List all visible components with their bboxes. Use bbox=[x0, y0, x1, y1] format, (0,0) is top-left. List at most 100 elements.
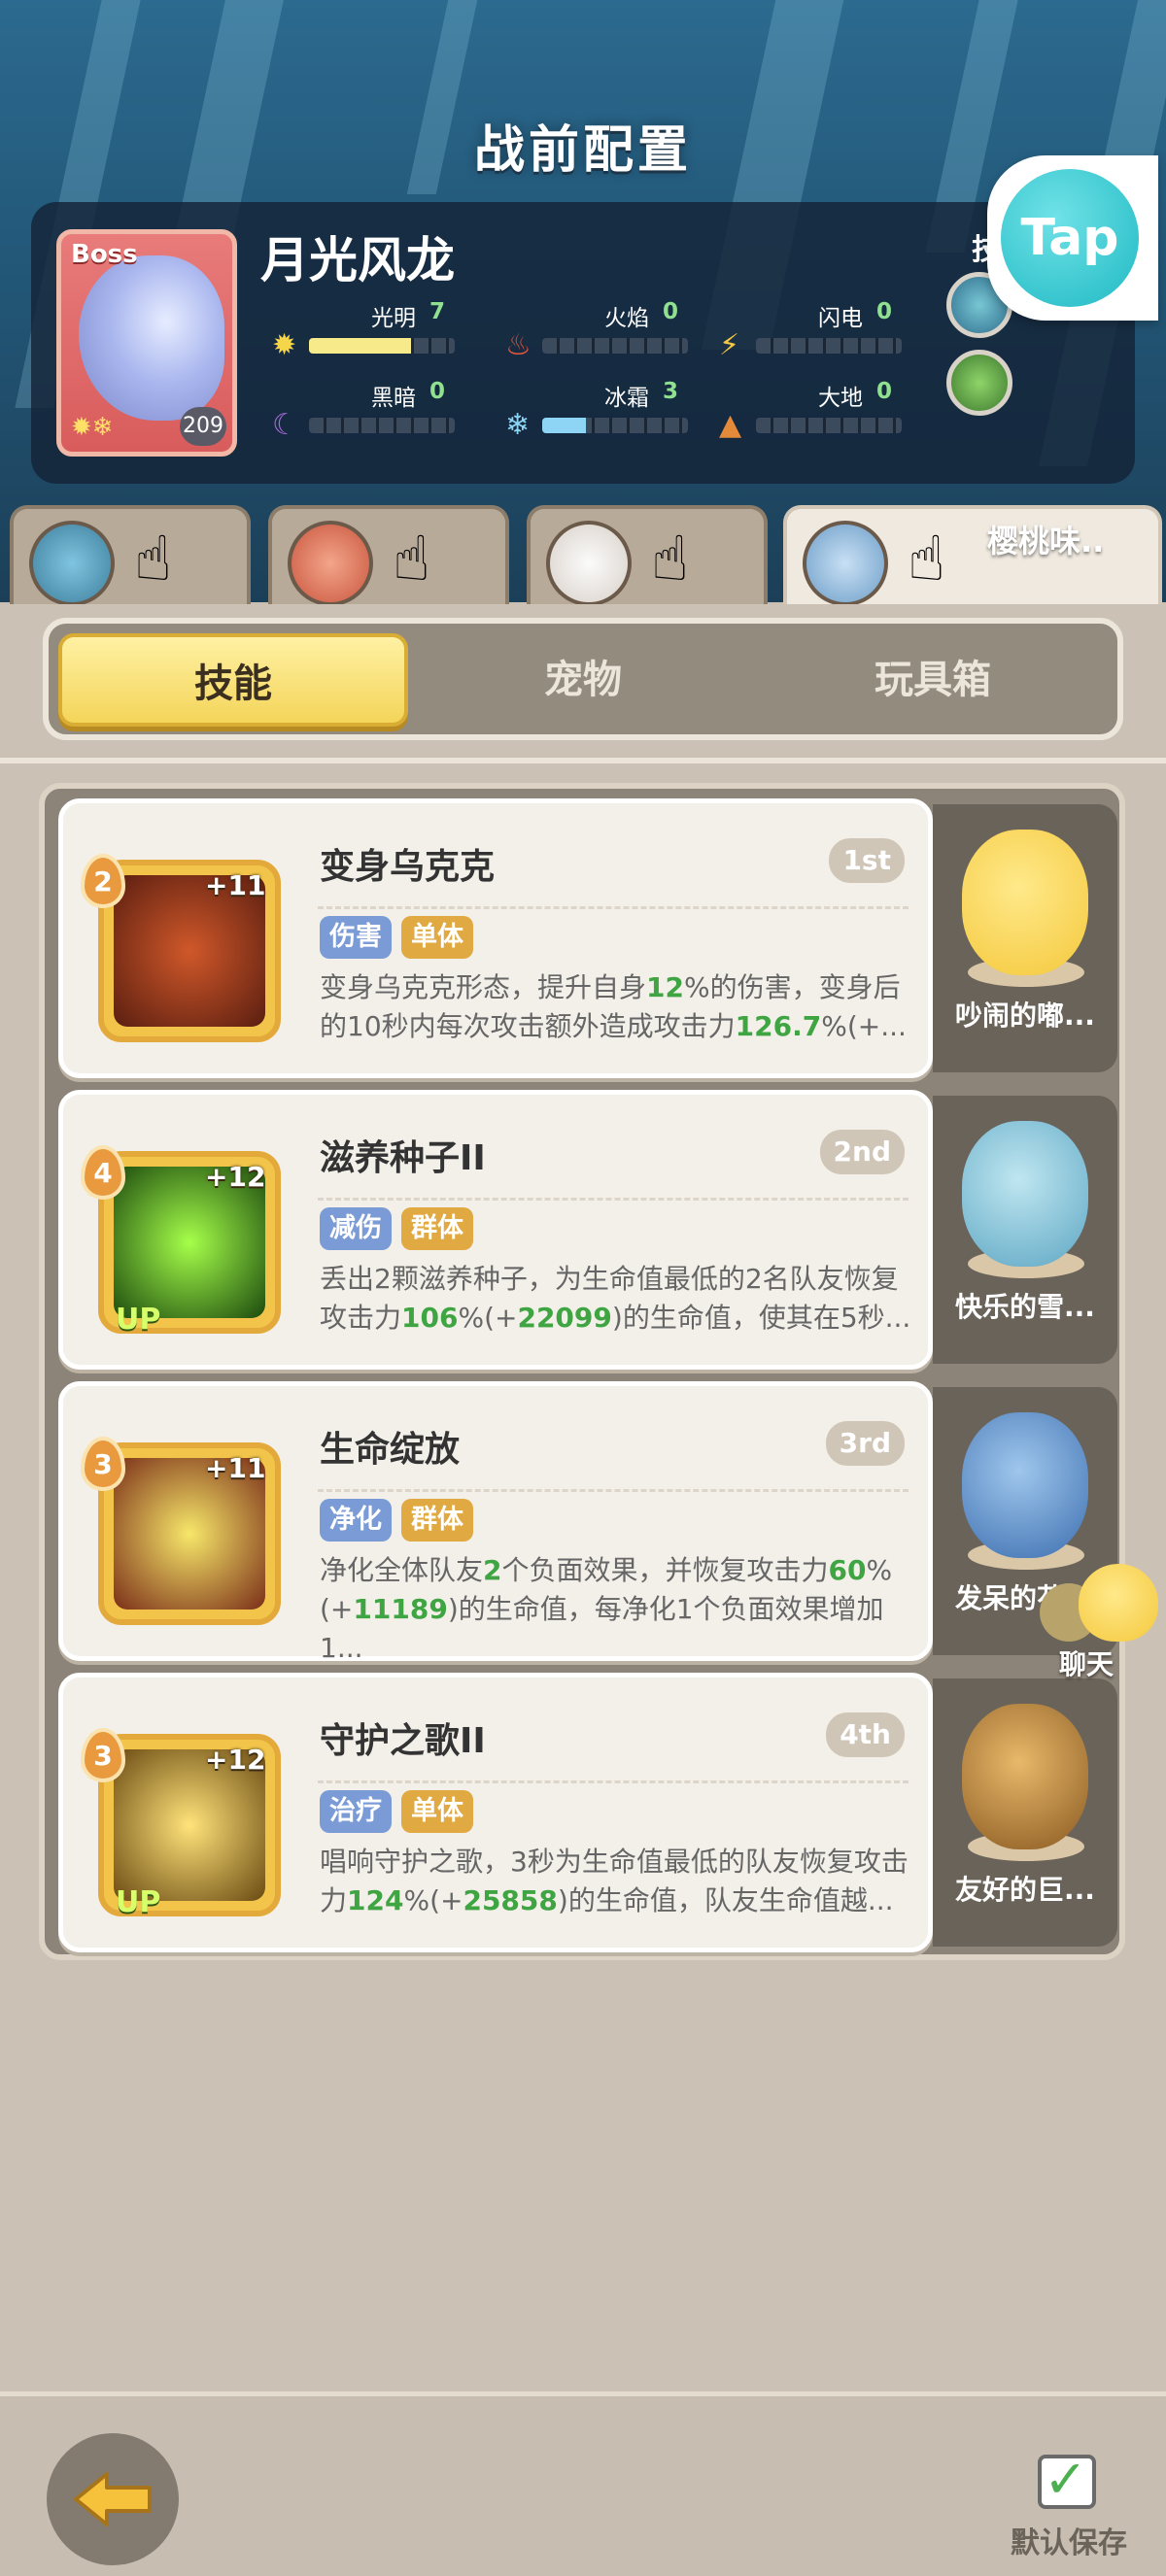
sun-icon: ✹ bbox=[272, 328, 297, 362]
skill-tag: 群体 bbox=[401, 1499, 473, 1542]
fire-icon: ♨ bbox=[505, 328, 532, 362]
element-label: 火焰 bbox=[604, 306, 649, 331]
tab-pets[interactable]: 宠物 bbox=[408, 633, 758, 727]
skill-tag: 治疗 bbox=[320, 1790, 392, 1833]
moon-dragon-image bbox=[79, 255, 224, 421]
element-value: 0 bbox=[875, 299, 892, 324]
pet-card[interactable]: 友好的巨... bbox=[933, 1678, 1117, 1947]
pet-image bbox=[962, 1412, 1088, 1558]
skill-tag: 单体 bbox=[401, 1790, 473, 1833]
team-slot-active[interactable]: ☝ 樱桃味.. bbox=[783, 505, 1162, 610]
hero-avatar bbox=[29, 521, 115, 606]
back-button[interactable] bbox=[47, 2433, 179, 2565]
boss-name: 月光风龙 bbox=[260, 232, 455, 288]
element-label: 黑暗 bbox=[371, 386, 416, 411]
divider bbox=[318, 1489, 909, 1492]
pet-card[interactable]: 吵闹的嘟... bbox=[933, 804, 1117, 1072]
element-light: 光明 7 ✹ bbox=[272, 299, 474, 362]
hero-avatar bbox=[288, 521, 373, 606]
team-slot[interactable]: ☝ bbox=[10, 505, 251, 610]
skill-row[interactable]: 2 +11 变身乌克克 1st 伤害 单体 变身乌克克形态，提升自身12%的伤害… bbox=[58, 798, 1117, 1078]
bottom-bar: ✓ 默认保存 bbox=[0, 2391, 1166, 2576]
chat-label: 聊天 bbox=[1059, 1648, 1115, 1680]
element-fire: 火焰 0 ♨ bbox=[505, 299, 707, 362]
skill-row[interactable]: 4 +12 UP 滋养种子II 2nd 减伤 群体 丢出2颗滋养种子，为生命值最… bbox=[58, 1090, 1117, 1370]
skill-card[interactable]: 3 +11 生命绽放 3rd 净化 群体 净化全体队友2个负面效果，并恢复攻击力… bbox=[58, 1381, 933, 1664]
skill-description: 净化全体队友2个负面效果，并恢复攻击力60%(+11189)的生命值，每净化1个… bbox=[320, 1554, 893, 1664]
element-frost: 冰霜 3 ❄ bbox=[505, 379, 707, 442]
skill-plus-badge: +11 bbox=[205, 1452, 266, 1484]
pet-name: 快乐的雪... bbox=[955, 1291, 1095, 1323]
team-slot[interactable]: ☝ bbox=[268, 505, 509, 610]
pet-card[interactable]: 快乐的雪... bbox=[933, 1096, 1117, 1364]
element-value: 0 bbox=[662, 299, 678, 324]
chat-button[interactable]: 聊天 bbox=[1040, 1564, 1166, 1680]
skill-rank: 1st bbox=[829, 838, 905, 883]
earth-icon: ▲ bbox=[719, 408, 742, 442]
skill-rank: 3rd bbox=[825, 1421, 905, 1466]
skill-card[interactable]: 2 +11 变身乌克克 1st 伤害 单体 变身乌克克形态，提升自身12%的伤害… bbox=[58, 798, 933, 1078]
divider bbox=[318, 906, 909, 909]
skill-list: 2 +11 变身乌克克 1st 伤害 单体 变身乌克克形态，提升自身12%的伤害… bbox=[39, 783, 1125, 1960]
back-arrow-icon bbox=[74, 2472, 152, 2526]
default-save-label: 默认保存 bbox=[1011, 2526, 1127, 2560]
skill-name: 守护之歌II bbox=[320, 1721, 486, 1761]
pet-image bbox=[962, 1704, 1088, 1849]
skill-name: 生命绽放 bbox=[320, 1430, 461, 1470]
element-dark: 黑暗 0 ☾ bbox=[272, 379, 474, 442]
page-title: 战前配置 bbox=[473, 121, 692, 180]
element-earth: 大地 0 ▲ bbox=[719, 379, 921, 442]
skill-up-badge: UP bbox=[116, 1303, 161, 1337]
hero-name: 樱桃味.. bbox=[987, 523, 1105, 559]
element-value: 3 bbox=[662, 379, 678, 404]
skill-card[interactable]: 3 +12 UP 守护之歌II 4th 治疗 单体 唱响守护之歌，3秒为生命值最… bbox=[58, 1673, 933, 1952]
skill-tag: 减伤 bbox=[320, 1207, 392, 1250]
hand-pointer-icon: ☝ bbox=[908, 524, 945, 595]
boss-portrait[interactable]: Boss ✹❄ 209 bbox=[56, 229, 237, 457]
skill-description: 唱响守护之歌，3秒为生命值最低的队友恢复攻击力124%(+25858)的生命值，… bbox=[320, 1846, 909, 1916]
hero-avatar bbox=[803, 521, 888, 606]
element-value: 0 bbox=[875, 379, 892, 404]
divider bbox=[318, 1780, 909, 1783]
skill-tag: 单体 bbox=[401, 916, 473, 959]
chat-face-icon bbox=[1079, 1564, 1158, 1642]
checkmark-icon: ✓ bbox=[1044, 2449, 1088, 2510]
skill-description: 丢出2颗滋养种子，为生命值最低的2名队友恢复攻击力106%(+22099)的生命… bbox=[320, 1263, 911, 1334]
skill-tag: 伤害 bbox=[320, 916, 392, 959]
hand-pointer-icon: ☝ bbox=[393, 524, 430, 595]
boss-element-icons: ✹❄ bbox=[71, 413, 114, 442]
skill-plus-badge: +11 bbox=[205, 869, 266, 901]
element-label: 光明 bbox=[371, 306, 416, 331]
skill-row[interactable]: 3 +12 UP 守护之歌II 4th 治疗 单体 唱响守护之歌，3秒为生命值最… bbox=[58, 1673, 1117, 1952]
divider bbox=[0, 758, 1166, 763]
boss-tag: Boss bbox=[71, 240, 138, 269]
tap-button[interactable]: Tap bbox=[987, 155, 1158, 321]
divider bbox=[318, 1198, 909, 1201]
pet-image bbox=[962, 830, 1088, 975]
tab-skills[interactable]: 技能 bbox=[58, 633, 408, 727]
element-lightning: 闪电 0 ⚡ bbox=[719, 299, 921, 362]
moon-icon: ☾ bbox=[272, 408, 298, 442]
pet-name: 吵闹的嘟... bbox=[955, 1000, 1095, 1032]
skill-plus-badge: +12 bbox=[205, 1161, 266, 1193]
skill-rank: 2nd bbox=[819, 1130, 905, 1174]
element-label: 大地 bbox=[818, 386, 863, 411]
element-bar bbox=[309, 338, 411, 354]
tab-bar: 技能 宠物 玩具箱 bbox=[43, 618, 1123, 740]
boss-skill-icon[interactable] bbox=[946, 350, 1012, 416]
skill-up-badge: UP bbox=[116, 1885, 161, 1919]
pet-image bbox=[962, 1121, 1088, 1267]
team-slot[interactable]: ☝ bbox=[527, 505, 768, 610]
element-bar bbox=[542, 418, 586, 433]
skill-card[interactable]: 4 +12 UP 滋养种子II 2nd 减伤 群体 丢出2颗滋养种子，为生命值最… bbox=[58, 1090, 933, 1370]
skill-rank: 4th bbox=[826, 1712, 905, 1757]
skill-name: 变身乌克克 bbox=[320, 847, 496, 887]
skill-tag: 群体 bbox=[401, 1207, 473, 1250]
skill-name: 滋养种子II bbox=[320, 1138, 486, 1178]
tap-label: Tap bbox=[1001, 169, 1139, 307]
skill-row[interactable]: 3 +11 生命绽放 3rd 净化 群体 净化全体队友2个负面效果，并恢复攻击力… bbox=[58, 1381, 1117, 1664]
boss-info-panel: Boss ✹❄ 209 月光风龙 光明 7 ✹ 火焰 0 ♨ 闪电 0 ⚡ 黑暗… bbox=[31, 202, 1135, 484]
element-label: 冰霜 bbox=[604, 386, 649, 411]
tab-toybox[interactable]: 玩具箱 bbox=[758, 633, 1108, 727]
default-save-toggle[interactable]: ✓ 默认保存 bbox=[1011, 2449, 1137, 2561]
